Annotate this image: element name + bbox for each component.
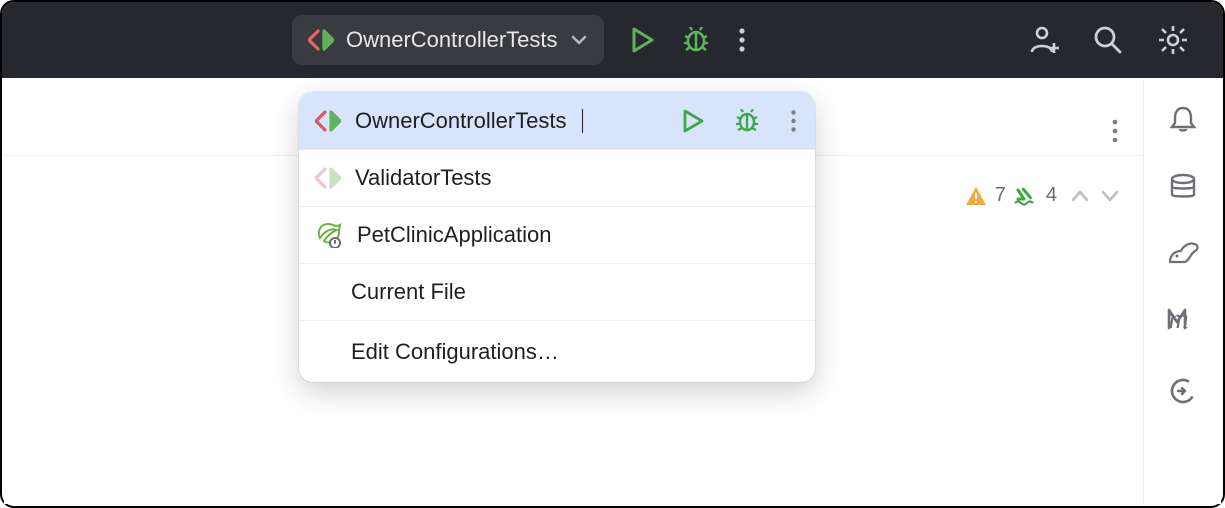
run-config-item-actions [682, 109, 799, 133]
code-with-me-icon[interactable] [1029, 25, 1059, 55]
run-config-item-label: ValidatorTests [355, 165, 492, 191]
topbar: OwnerControllerTests [2, 2, 1223, 78]
editor-area: 7 4 m [4, 80, 1221, 504]
run-config-selector[interactable]: OwnerControllerTests [292, 15, 604, 65]
debug-item-button[interactable] [734, 109, 760, 133]
right-tool-strip: m [1143, 80, 1221, 504]
next-highlight-button[interactable] [1099, 189, 1121, 203]
run-config-label: OwnerControllerTests [346, 27, 558, 53]
run-config-dropdown: OwnerControllerTests [299, 92, 815, 382]
test-config-icon [315, 167, 341, 189]
item-more-button[interactable] [790, 109, 797, 133]
weak-warning-count: 4 [1046, 184, 1057, 207]
debug-button[interactable] [682, 27, 710, 53]
warning-count: 7 [995, 184, 1006, 207]
search-everywhere-icon[interactable] [1093, 25, 1123, 55]
run-button[interactable] [630, 27, 654, 53]
run-config-item-label: Edit Configurations… [351, 339, 559, 365]
edit-configurations-item[interactable]: Edit Configurations… [299, 320, 815, 382]
notifications-tool[interactable] [1168, 104, 1198, 134]
more-run-options[interactable] [738, 27, 746, 53]
run-config-item-label: PetClinicApplication [357, 222, 551, 248]
run-config-item-petclinic-app[interactable]: PetClinicApplication [299, 206, 815, 263]
coverage-tool[interactable] [1168, 376, 1198, 406]
spring-app-icon [315, 222, 343, 248]
topbar-right [1029, 24, 1203, 56]
run-config-item-owner-controller-tests[interactable]: OwnerControllerTests [299, 92, 815, 149]
chevron-down-icon [570, 31, 588, 49]
editor-tab-options[interactable] [1111, 118, 1119, 144]
warning-icon [965, 185, 987, 207]
run-config-item-label: OwnerControllerTests [355, 108, 567, 134]
run-config-item-label: Current File [351, 279, 466, 305]
topbar-run-actions [630, 27, 746, 53]
text-cursor [582, 109, 583, 133]
inspection-widget[interactable]: 7 4 [965, 184, 1121, 207]
run-config-item-current-file[interactable]: Current File [299, 263, 815, 320]
weak-warning-icon [1014, 185, 1038, 207]
gradle-tool[interactable] [1166, 240, 1200, 268]
test-config-icon [315, 110, 341, 132]
maven-tool[interactable]: m [1167, 306, 1199, 364]
test-config-icon [308, 29, 334, 51]
run-item-button[interactable] [682, 109, 704, 133]
prev-highlight-button[interactable] [1069, 189, 1091, 203]
settings-icon[interactable] [1157, 24, 1189, 56]
database-tool[interactable] [1168, 172, 1198, 202]
run-config-item-validator-tests[interactable]: ValidatorTests [299, 149, 815, 206]
